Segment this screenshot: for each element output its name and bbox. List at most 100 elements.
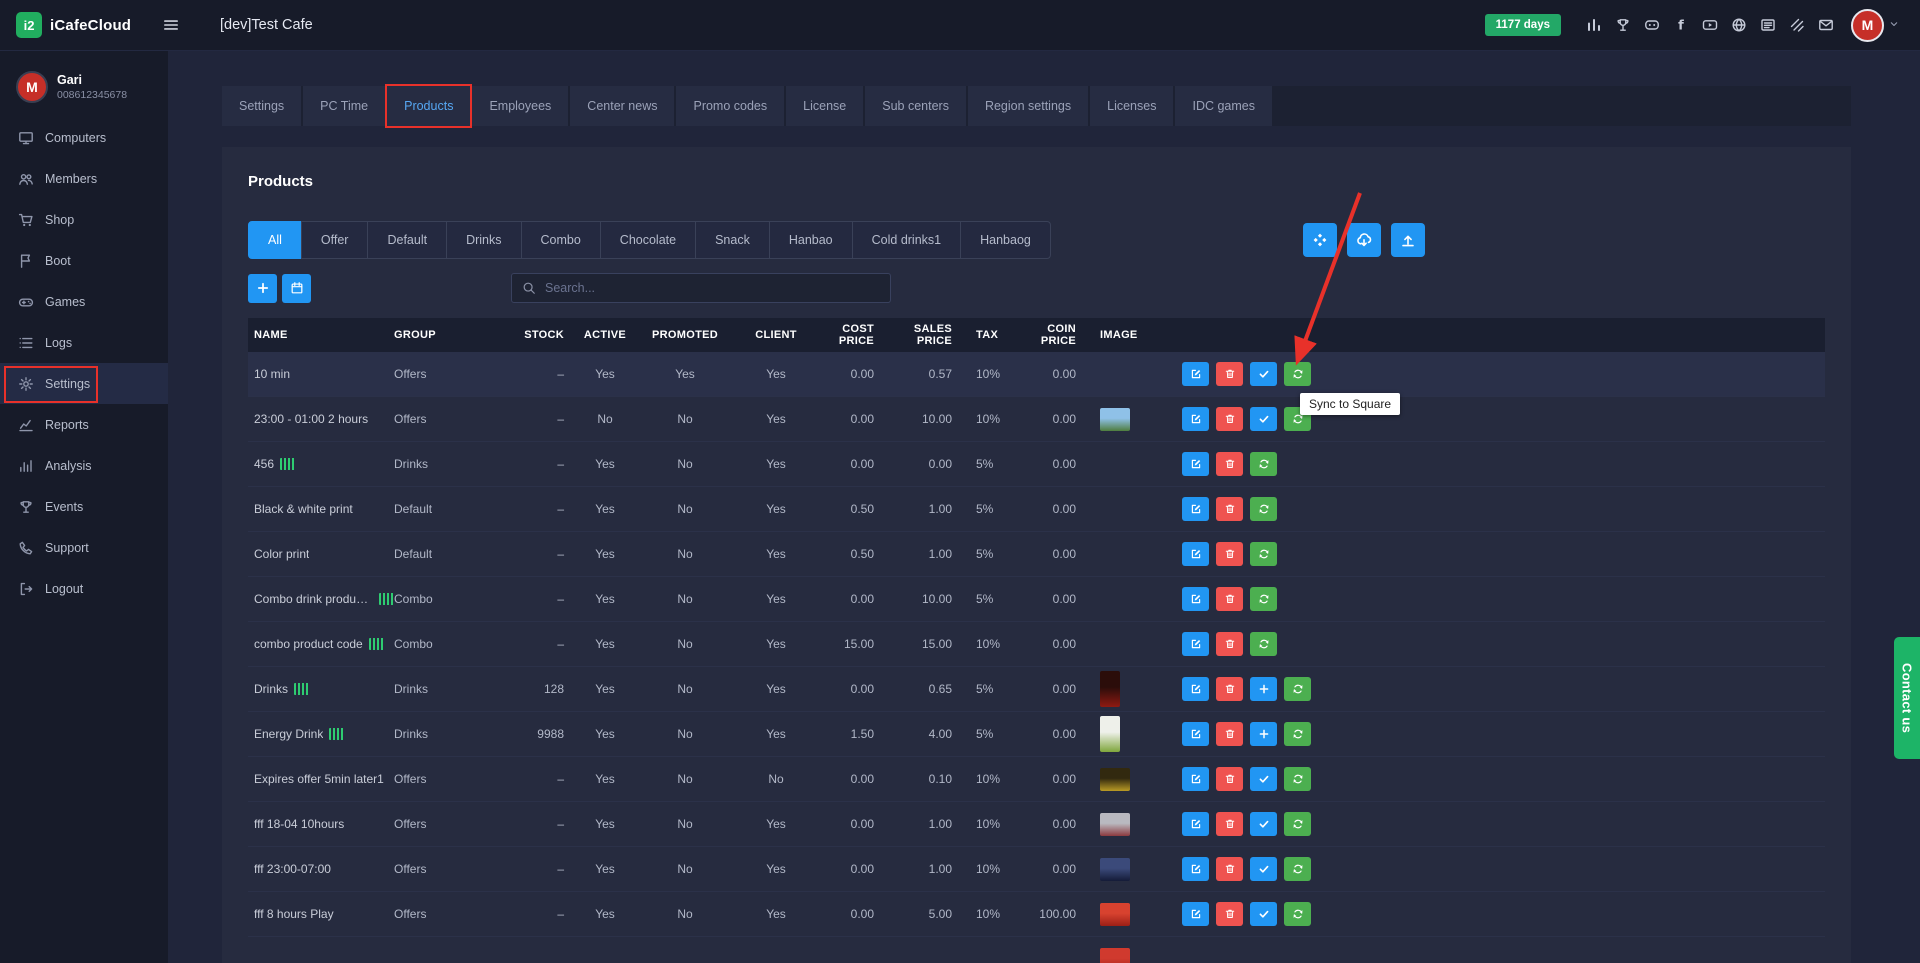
user-menu[interactable]: M — [1851, 9, 1902, 42]
edit-button[interactable] — [1182, 632, 1209, 656]
delete-button[interactable] — [1216, 542, 1243, 566]
tab-licenses[interactable]: Licenses — [1090, 86, 1173, 126]
table-row[interactable]: Color printDefault–YesNoYes0.501.005%0.0… — [248, 532, 1825, 577]
delete-button[interactable] — [1216, 407, 1243, 431]
table-row[interactable]: combo product codeCombo–YesNoYes15.0015.… — [248, 622, 1825, 667]
sidebar-item-members[interactable]: Members — [0, 158, 168, 199]
globe-icon[interactable] — [1730, 16, 1748, 34]
table-row[interactable]: fff 18-04 10hoursOffers–YesNoYes0.001.00… — [248, 802, 1825, 847]
tab-products[interactable]: Products — [387, 86, 470, 126]
delete-button[interactable] — [1216, 587, 1243, 611]
sidebar-item-analysis[interactable]: Analysis — [0, 445, 168, 486]
edit-button[interactable] — [1182, 767, 1209, 791]
category-offer[interactable]: Offer — [301, 221, 369, 259]
edit-button[interactable] — [1182, 587, 1209, 611]
table-row[interactable]: Expires offer 5min later1Offers–YesNoNo0… — [248, 757, 1825, 802]
tab-promo-codes[interactable]: Promo codes — [676, 86, 784, 126]
news-icon[interactable] — [1759, 16, 1777, 34]
sidebar-item-support[interactable]: Support — [0, 527, 168, 568]
approve-button[interactable] — [1250, 767, 1277, 791]
category-default[interactable]: Default — [367, 221, 447, 259]
trophy-icon[interactable] — [1614, 16, 1632, 34]
delete-button[interactable] — [1216, 452, 1243, 476]
tab-region-settings[interactable]: Region settings — [968, 86, 1088, 126]
approve-button[interactable] — [1250, 362, 1277, 386]
edit-button[interactable] — [1182, 722, 1209, 746]
sync-to-square-button[interactable] — [1284, 812, 1311, 836]
delete-button[interactable] — [1216, 857, 1243, 881]
delete-button[interactable] — [1216, 902, 1243, 926]
sidebar-item-reports[interactable]: Reports — [0, 404, 168, 445]
days-badge[interactable]: 1177 days — [1485, 14, 1561, 36]
sync-to-square-button[interactable] — [1284, 362, 1311, 386]
tab-license[interactable]: License — [786, 86, 863, 126]
discord-icon[interactable] — [1643, 16, 1661, 34]
sync-to-square-button[interactable] — [1250, 542, 1277, 566]
edit-button[interactable] — [1182, 362, 1209, 386]
sync-to-square-button[interactable] — [1284, 767, 1311, 791]
category-hanbao[interactable]: Hanbao — [769, 221, 853, 259]
avatar[interactable]: M — [1851, 9, 1884, 42]
approve-button[interactable] — [1250, 902, 1277, 926]
tab-idc-games[interactable]: IDC games — [1175, 86, 1272, 126]
edit-button[interactable] — [1182, 812, 1209, 836]
stripes-icon[interactable] — [1788, 16, 1806, 34]
category-drinks[interactable]: Drinks — [446, 221, 521, 259]
tab-center-news[interactable]: Center news — [570, 86, 674, 126]
sync-to-square-button[interactable] — [1284, 722, 1311, 746]
youtube-icon[interactable] — [1701, 16, 1719, 34]
table-row[interactable]: DrinksDrinks128YesNoYes0.000.655%0.00 — [248, 667, 1825, 712]
sync-to-square-button[interactable] — [1284, 857, 1311, 881]
table-row[interactable] — [248, 937, 1825, 963]
sidebar-item-settings[interactable]: Settings — [0, 363, 168, 404]
edit-button[interactable] — [1182, 902, 1209, 926]
add-stock-button[interactable] — [1250, 677, 1277, 701]
edit-button[interactable] — [1182, 677, 1209, 701]
analytics-icon[interactable] — [1585, 16, 1603, 34]
approve-button[interactable] — [1250, 407, 1277, 431]
sync-to-square-button[interactable] — [1250, 497, 1277, 521]
edit-button[interactable] — [1182, 452, 1209, 476]
delete-button[interactable] — [1216, 767, 1243, 791]
sidebar-item-computers[interactable]: Computers — [0, 117, 168, 158]
category-all[interactable]: All — [248, 221, 302, 259]
category-snack[interactable]: Snack — [695, 221, 770, 259]
table-row[interactable]: fff 23:00-07:00Offers–YesNoYes0.001.0010… — [248, 847, 1825, 892]
delete-button[interactable] — [1216, 362, 1243, 386]
delete-button[interactable] — [1216, 812, 1243, 836]
table-row[interactable]: 10 minOffers–YesYesYes0.000.5710%0.00 — [248, 352, 1825, 397]
search-input[interactable] — [545, 281, 880, 295]
contact-us-button[interactable]: Contact us — [1894, 637, 1920, 759]
table-row[interactable]: Combo drink product...Combo–YesNoYes0.00… — [248, 577, 1825, 622]
delete-button[interactable] — [1216, 722, 1243, 746]
delete-button[interactable] — [1216, 497, 1243, 521]
tab-employees[interactable]: Employees — [472, 86, 568, 126]
sync-to-square-button[interactable] — [1284, 902, 1311, 926]
edit-button[interactable] — [1182, 497, 1209, 521]
mail-icon[interactable] — [1817, 16, 1835, 34]
sidebar-item-games[interactable]: Games — [0, 281, 168, 322]
add-product-button[interactable] — [248, 274, 277, 303]
sidebar-item-logout[interactable]: Logout — [0, 568, 168, 609]
category-hanbaog[interactable]: Hanbaog — [960, 221, 1051, 259]
sync-to-square-button[interactable] — [1250, 452, 1277, 476]
cloud-download-button[interactable] — [1347, 223, 1381, 257]
tab-sub-centers[interactable]: Sub centers — [865, 86, 966, 126]
delete-button[interactable] — [1216, 632, 1243, 656]
sidebar-item-shop[interactable]: Shop — [0, 199, 168, 240]
table-row[interactable]: 23:00 - 01:00 2 hoursOffers–NoNoYes0.001… — [248, 397, 1825, 442]
sidebar-item-boot[interactable]: Boot — [0, 240, 168, 281]
category-combo[interactable]: Combo — [521, 221, 601, 259]
approve-button[interactable] — [1250, 812, 1277, 836]
delete-button[interactable] — [1216, 677, 1243, 701]
table-row[interactable]: 456Drinks–YesNoYes0.000.005%0.00 — [248, 442, 1825, 487]
edit-button[interactable] — [1182, 542, 1209, 566]
tab-pc-time[interactable]: PC Time — [303, 86, 385, 126]
table-row[interactable]: Energy DrinkDrinks9988YesNoYes1.504.005%… — [248, 712, 1825, 757]
calendar-button[interactable] — [282, 274, 311, 303]
sync-to-square-button[interactable] — [1284, 677, 1311, 701]
table-row[interactable]: fff 8 hours PlayOffers–YesNoYes0.005.001… — [248, 892, 1825, 937]
edit-button[interactable] — [1182, 407, 1209, 431]
sync-to-square-button[interactable] — [1250, 632, 1277, 656]
upload-button[interactable] — [1391, 223, 1425, 257]
